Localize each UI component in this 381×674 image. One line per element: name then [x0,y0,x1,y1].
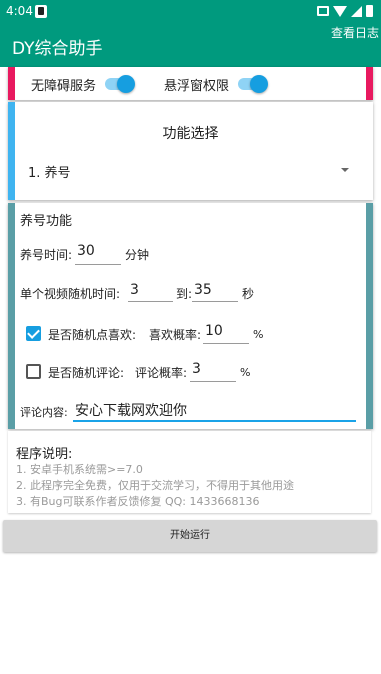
comment-prob-label: 评论概率: [135,366,188,380]
blue-accent-bar [8,102,15,200]
switch-thumb [250,75,268,93]
time-label: 养号时间: [20,248,73,262]
section-title: 养号功能 [20,214,73,229]
pink-accent-bar-right [366,67,373,100]
like-checkbox[interactable] [26,326,41,341]
teal-accent-bar [8,203,15,429]
yanghao-settings-card: 养号功能 养号时间: 30 分钟 单个视频随机时间: 3 到: 35 秒 是否随… [8,203,373,429]
video-max-input[interactable]: 35 [194,282,212,298]
app-bar: DY综合助手 查看日志 [0,24,381,67]
switch-thumb [117,75,135,93]
overlay-label: 悬浮窗权限 [164,79,230,94]
function-dropdown[interactable]: 1. 养号 [28,162,349,182]
notes-line: 2. 此程序完全免费，仅用于交流学习，不得用于其他用途 [16,479,294,492]
overlay-switch[interactable] [236,75,270,93]
view-log-button[interactable]: 查看日志 [331,24,379,41]
function-select-card: 功能选择 1. 养号 [8,102,373,200]
wifi-icon [333,5,347,17]
comment-content-input[interactable]: 安心下载网欢迎你 [75,400,187,420]
notification-app-icon [35,5,47,18]
pink-accent-bar [8,67,15,100]
status-time: 4:04 [6,4,33,18]
status-icons [317,5,373,17]
time-unit: 分钟 [125,248,150,262]
start-button[interactable]: 开始运行 [3,520,377,552]
video-time-label: 单个视频随机时间: [20,287,121,301]
notes-card: 程序说明: 1. 安卓手机系统需>=7.0 2. 此程序完全免费，仅用于交流学习… [8,431,371,513]
accessibility-label: 无障碍服务 [31,79,97,94]
like-label: 是否随机点喜欢: [48,328,137,342]
notes-line: 1. 安卓手机系统需>=7.0 [16,463,143,476]
like-prob-input[interactable]: 10 [205,323,223,339]
comment-prob-underline [190,381,236,382]
video-unit: 秒 [242,287,255,301]
app-title: DY综合助手 [12,39,103,59]
function-dropdown-value: 1. 养号 [28,166,71,181]
video-min-input[interactable]: 3 [130,282,139,298]
video-min-underline [128,301,173,302]
comment-prob-input[interactable]: 3 [192,361,201,377]
comment-label: 是否随机评论: [48,366,125,380]
to-label: 到: [176,287,193,301]
battery-icon [366,5,373,17]
accessibility-switch[interactable] [103,75,137,93]
video-max-underline [192,301,238,302]
permissions-card: 无障碍服务 悬浮窗权限 [8,67,373,100]
like-prob-unit: % [253,328,264,341]
comment-content-underline [73,420,356,422]
teal-accent-bar-right [366,203,373,429]
notes-title: 程序说明: [16,447,73,462]
cast-icon [317,6,329,16]
signal-icon [351,5,362,17]
like-prob-underline [203,343,249,344]
like-prob-label: 喜欢概率: [149,328,202,342]
dropdown-arrow-icon [341,168,349,172]
comment-prob-unit: % [240,366,251,379]
comment-content-label: 评论内容: [20,406,68,419]
notes-line: 3. 有Bug可联系作者反馈修复 QQ: 1433668136 [16,495,260,508]
function-select-heading: 功能选择 [162,126,219,142]
status-bar: 4:04 [0,0,381,24]
time-input[interactable]: 30 [77,243,95,259]
comment-checkbox[interactable] [26,364,41,379]
time-input-underline [75,264,121,265]
